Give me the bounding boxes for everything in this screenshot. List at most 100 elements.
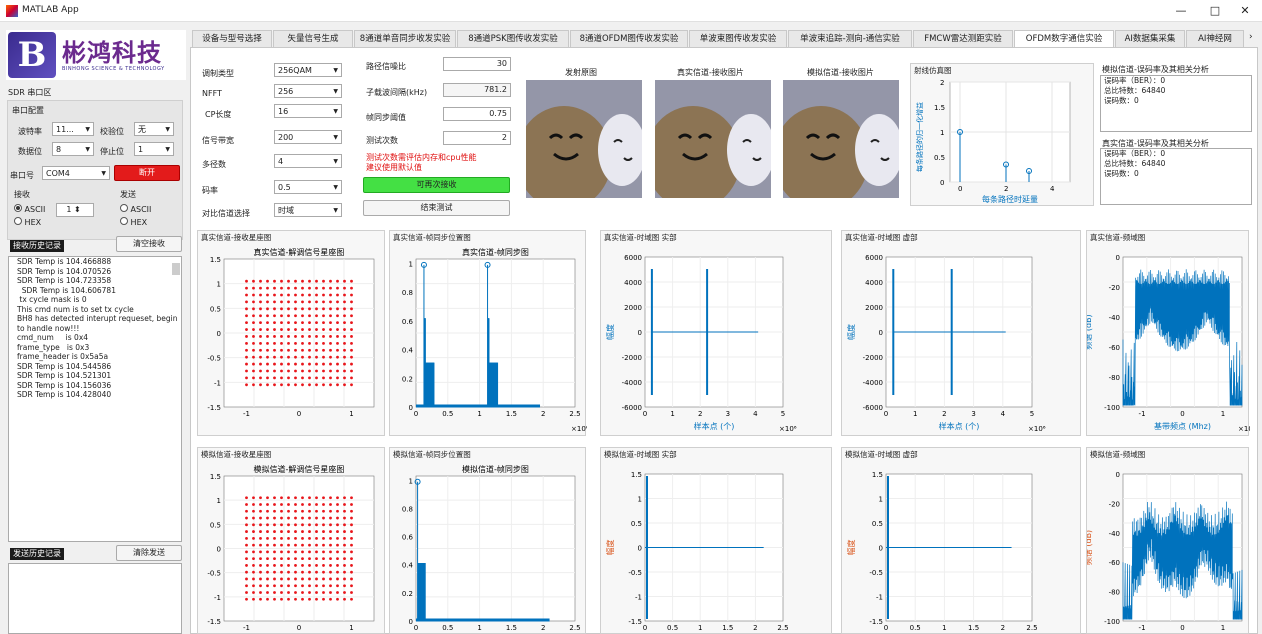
ber-select[interactable]: 0.5	[274, 180, 342, 194]
const-point	[245, 577, 248, 581]
r_const-ytick: -1	[214, 379, 221, 387]
const-point	[322, 550, 325, 554]
baud-label: 波特率	[18, 127, 42, 136]
const-point	[301, 543, 304, 547]
s_sync-xtick: 2	[541, 624, 545, 632]
r_imag-ytick: 0	[879, 329, 883, 337]
receive-again-button[interactable]: 可再次接收	[363, 177, 510, 193]
const-point	[273, 577, 276, 581]
const-point	[245, 496, 248, 500]
const-point	[301, 335, 304, 338]
const-point	[315, 503, 318, 506]
recv-ascii-radio[interactable]: ASCII	[14, 204, 45, 214]
const-point	[259, 570, 262, 574]
const-point	[322, 314, 325, 318]
send-ascii-radio[interactable]: ASCII	[120, 204, 151, 214]
tab-3[interactable]: 8通道PSK图传收发实验	[457, 30, 569, 48]
const-point	[259, 293, 262, 297]
sim-image-art	[783, 80, 899, 198]
nfft-select[interactable]: 256	[274, 84, 342, 98]
const-point	[266, 523, 269, 527]
disconnect-button[interactable]: 断开	[114, 165, 180, 181]
const-point	[252, 341, 255, 345]
databits-select[interactable]: 8	[52, 142, 94, 156]
subcarrier-value: 781.2	[443, 83, 511, 97]
minimize-button[interactable]: —	[1168, 2, 1194, 20]
recv-history-log[interactable]: SDR Temp is 104.466888 SDR Temp is 104.07…	[8, 256, 182, 542]
const-point	[273, 536, 276, 540]
compare-select[interactable]: 时域	[274, 203, 342, 217]
const-point	[343, 383, 346, 387]
s_sync-ytick: 0.4	[402, 562, 414, 570]
const-point	[301, 564, 304, 567]
mp-ytick: 0.5	[934, 154, 945, 162]
tab-5[interactable]: 单波束图传收发实验	[689, 30, 787, 48]
const-point	[315, 509, 318, 513]
tab-7[interactable]: FMCW雷达测距实验	[913, 30, 1013, 48]
const-point	[266, 376, 269, 380]
close-button[interactable]: ✕	[1232, 2, 1258, 20]
const-point	[301, 591, 304, 594]
tab-scroll-icon[interactable]: ›	[1249, 32, 1253, 42]
const-point	[322, 321, 325, 325]
const-point	[294, 536, 297, 540]
tab-0[interactable]: 设备与型号选择	[192, 30, 272, 48]
const-point	[259, 335, 262, 338]
tests-input[interactable]: 2	[443, 131, 511, 145]
const-point	[266, 307, 269, 311]
const-point	[301, 577, 304, 581]
const-point	[259, 577, 262, 581]
const-point	[336, 564, 339, 567]
paths-label: 多径数	[202, 160, 226, 169]
const-point	[252, 564, 255, 567]
tab-2[interactable]: 8通道单音同步收发实验	[354, 30, 456, 48]
clear-send-button[interactable]: 清除发送	[116, 545, 182, 561]
tab-4[interactable]: 8通道OFDM图传收发实验	[570, 30, 688, 48]
const-point	[266, 543, 269, 547]
const-point	[336, 341, 339, 345]
r_imag-xtick: 4	[1001, 410, 1006, 418]
s_imag-xtick: 0.5	[910, 624, 921, 632]
maximize-button[interactable]: □	[1202, 2, 1228, 20]
end-test-button[interactable]: 结束测试	[363, 200, 510, 216]
const-point	[287, 348, 290, 352]
log-line: SDR Temp is 104.466888	[17, 257, 112, 266]
clear-recv-button[interactable]: 清空接收	[116, 236, 182, 252]
tab-6[interactable]: 单波束追踪-测向-通信实验	[788, 30, 912, 48]
const-point	[294, 279, 297, 283]
r_freq-ytick: -40	[1109, 314, 1120, 322]
tab-10[interactable]: AI神经网	[1186, 30, 1244, 48]
const-point	[322, 341, 325, 345]
const-point	[350, 376, 353, 380]
recv-hex-radio[interactable]: HEX	[14, 217, 41, 227]
recv-history-title: 接收历史记录	[10, 240, 64, 252]
baud-select[interactable]: 11...	[52, 122, 94, 136]
paths-select[interactable]: 4	[274, 154, 342, 168]
log-line: to handle now!!!	[17, 323, 80, 333]
const-point	[252, 543, 255, 547]
mp-ytick: 2	[940, 79, 944, 87]
send-history-log[interactable]	[8, 563, 182, 634]
tab-9[interactable]: AI数据集采集	[1115, 30, 1185, 48]
recv-scrollbar[interactable]	[172, 263, 180, 275]
cp-select[interactable]: 16	[274, 104, 342, 118]
const-point	[294, 516, 297, 520]
const-point	[287, 516, 290, 520]
stopbits-select[interactable]: 1	[134, 142, 174, 156]
sync-threshold-input[interactable]: 0.75	[443, 107, 511, 121]
bw-select[interactable]: 200	[274, 130, 342, 144]
mod-select[interactable]: 256QAM	[274, 63, 342, 77]
const-point	[336, 362, 339, 366]
send-hex-radio[interactable]: HEX	[120, 217, 147, 227]
logo-en: BINHONG SCIENCE & TECHNOLOGY	[62, 66, 165, 72]
snr-input[interactable]: 30	[443, 57, 511, 71]
const-point	[329, 591, 332, 594]
recv-spinner[interactable]: 1 ⬍	[56, 203, 94, 217]
const-point	[329, 286, 332, 290]
const-point	[336, 279, 339, 283]
port-select[interactable]: COM4	[42, 166, 110, 180]
const-point	[273, 376, 276, 380]
const-point	[252, 335, 255, 338]
tab-1[interactable]: 矢量信号生成	[273, 30, 353, 48]
parity-select[interactable]: 无	[134, 122, 174, 136]
